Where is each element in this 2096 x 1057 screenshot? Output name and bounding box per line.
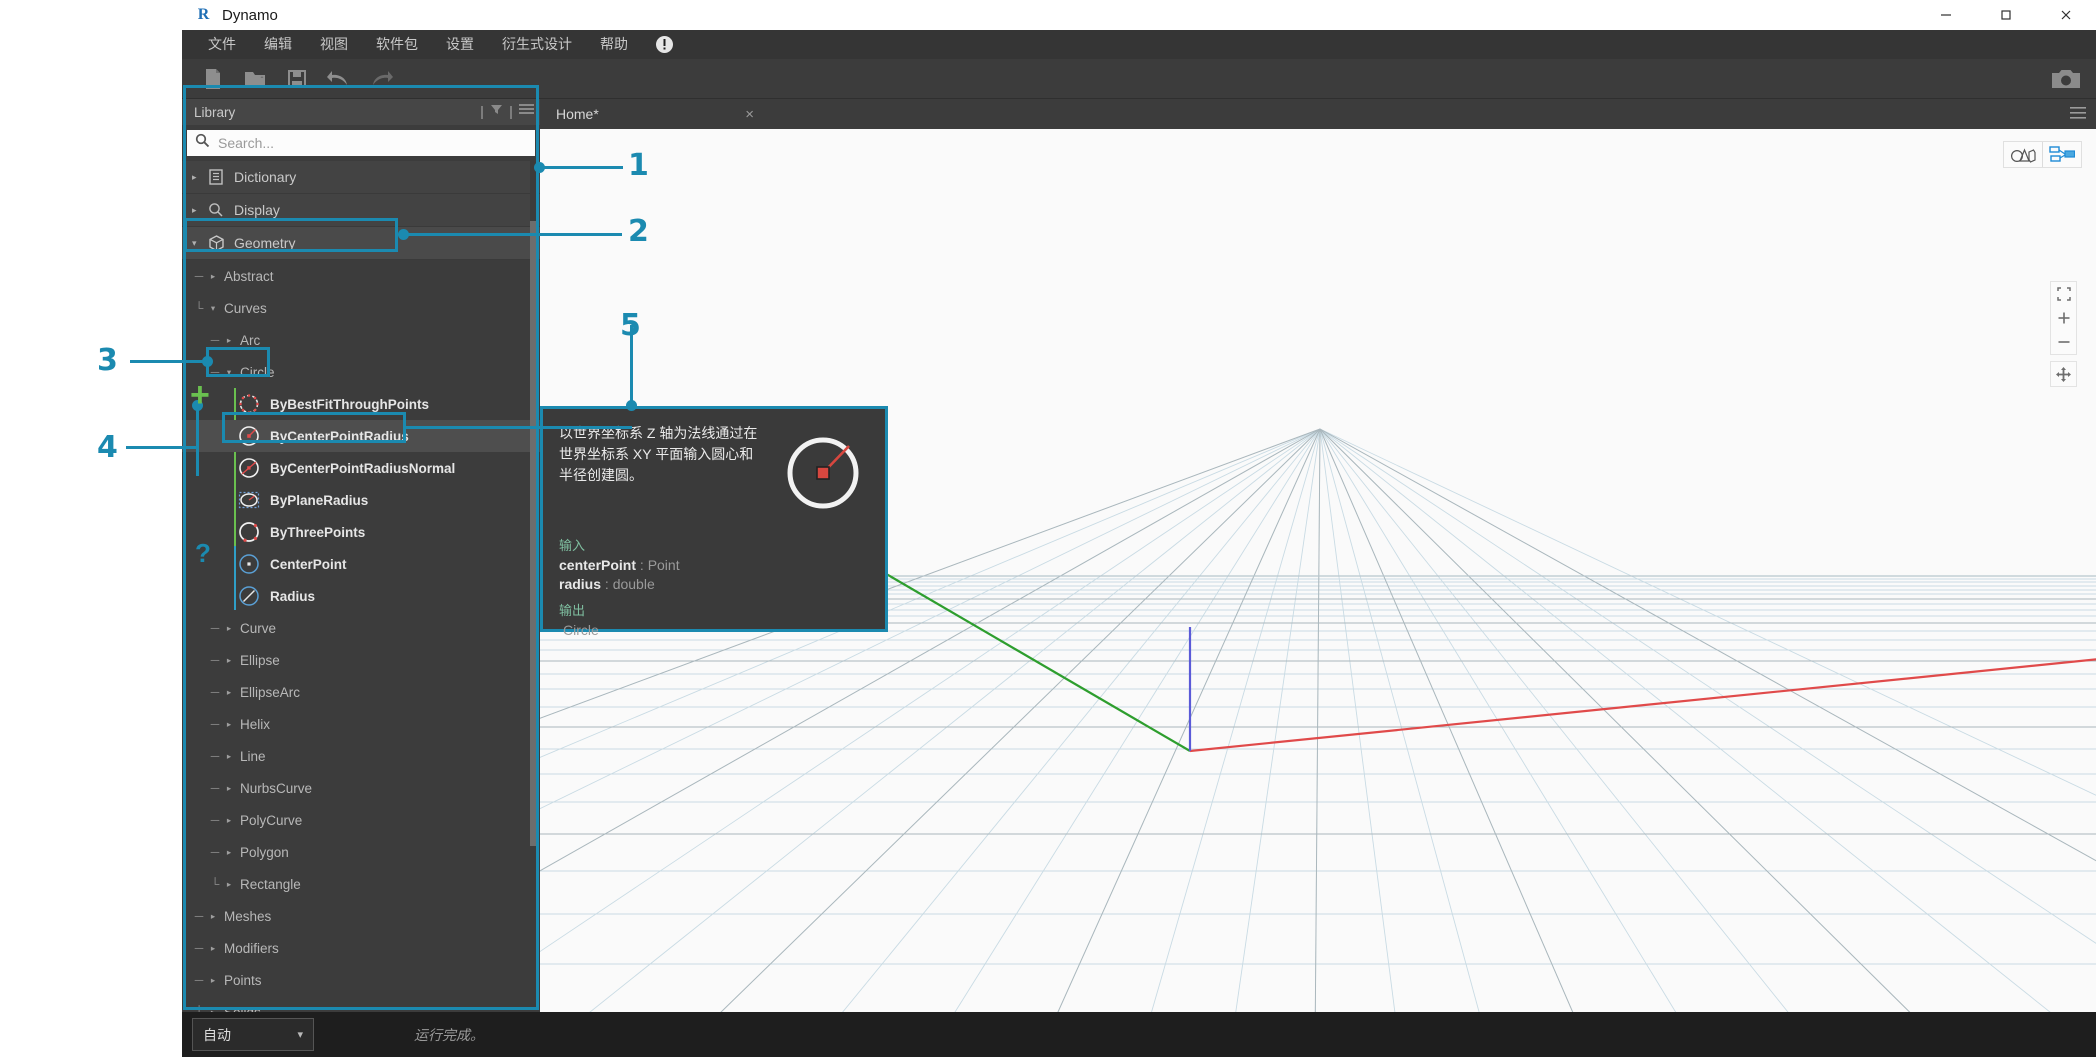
annotation-dot-2 bbox=[398, 229, 409, 240]
maximize-button[interactable] bbox=[1976, 0, 2036, 30]
screenshot-root: R Dynamo 文件 编辑 视图 软件包 设置 衍生式设计 帮助 bbox=[0, 0, 2096, 1057]
annotation-dot-5 bbox=[626, 400, 637, 411]
menu-help[interactable]: 帮助 bbox=[586, 30, 642, 59]
input-name: radius bbox=[559, 576, 601, 592]
annotation-leader-3 bbox=[130, 360, 206, 363]
annotation-number-2: 2 bbox=[628, 214, 649, 249]
zoom-controls bbox=[2050, 281, 2077, 355]
annotation-box-geometry bbox=[184, 218, 398, 252]
status-bar: 自动 ▾ 运行完成。 bbox=[182, 1012, 2096, 1057]
annotation-leader-4-horz bbox=[126, 446, 199, 449]
run-mode-label: 自动 bbox=[203, 1025, 297, 1045]
tab-bar: Home* × bbox=[540, 99, 2096, 129]
tooltip-input-row: centerPoint : Point bbox=[559, 557, 869, 573]
menu-settings[interactable]: 设置 bbox=[432, 30, 488, 59]
window-controls bbox=[1916, 0, 2096, 30]
x-axis bbox=[1190, 659, 2096, 751]
node-help-marker[interactable]: ? bbox=[195, 540, 211, 566]
minimize-button[interactable] bbox=[1916, 0, 1976, 30]
node-tooltip: 以世界坐标系 Z 轴为法线通过在世界坐标系 XY 平面输入圆心和半径创建圆。 输… bbox=[540, 406, 888, 632]
close-icon[interactable]: × bbox=[739, 106, 760, 123]
fit-to-screen-icon[interactable] bbox=[2050, 282, 2077, 306]
menu-file[interactable]: 文件 bbox=[194, 30, 250, 59]
camera-icon[interactable] bbox=[2050, 67, 2082, 91]
menu-packages[interactable]: 软件包 bbox=[362, 30, 432, 59]
hamburger-icon[interactable] bbox=[2070, 106, 2086, 125]
tab-label: Home* bbox=[556, 106, 739, 122]
annotation-number-3: 3 bbox=[97, 343, 118, 378]
zoom-in-button[interactable] bbox=[2050, 306, 2077, 330]
app-logo-icon: R bbox=[195, 6, 212, 24]
tab-home[interactable]: Home* × bbox=[540, 99, 770, 129]
input-type: Point bbox=[648, 557, 680, 573]
node-add-marker[interactable]: + bbox=[190, 378, 210, 412]
input-type: double bbox=[613, 576, 655, 592]
app-title: Dynamo bbox=[222, 7, 278, 24]
annotation-box-node bbox=[222, 412, 406, 443]
input-name: centerPoint bbox=[559, 557, 636, 573]
menu-generative-design[interactable]: 衍生式设计 bbox=[488, 30, 586, 59]
chevron-down-icon[interactable]: ▾ bbox=[297, 1028, 303, 1041]
circle-radius-preview-icon bbox=[779, 429, 867, 517]
geometry-view-icon[interactable] bbox=[2004, 142, 2042, 167]
tooltip-description: 以世界坐标系 Z 轴为法线通过在世界坐标系 XY 平面输入圆心和半径创建圆。 bbox=[559, 423, 764, 486]
annotation-number-5: 5 bbox=[620, 308, 641, 343]
run-mode-dropdown[interactable]: 自动 ▾ bbox=[192, 1018, 314, 1051]
run-status-text: 运行完成。 bbox=[414, 1025, 484, 1045]
annotation-leader-2 bbox=[404, 233, 622, 236]
annotation-number-1: 1 bbox=[628, 148, 649, 183]
annotation-dot-1 bbox=[534, 162, 545, 173]
annotation-leader-4-vert bbox=[196, 404, 199, 476]
menu-edit[interactable]: 编辑 bbox=[250, 30, 306, 59]
tooltip-input-row: radius : double bbox=[559, 576, 869, 592]
menu-view[interactable]: 视图 bbox=[306, 30, 362, 59]
annotation-number-4: 4 bbox=[97, 430, 118, 465]
graph-view-icon[interactable] bbox=[2043, 142, 2081, 167]
alert-icon[interactable] bbox=[654, 35, 674, 55]
annotation-box-circle bbox=[206, 347, 270, 377]
title-bar: R Dynamo bbox=[182, 0, 2096, 30]
annotation-leader-5-horz bbox=[404, 426, 632, 429]
tooltip-input-heading: 输入 bbox=[559, 535, 869, 554]
tooltip-output-type: Circle bbox=[559, 622, 869, 638]
annotation-dot-3 bbox=[202, 356, 213, 367]
close-button[interactable] bbox=[2036, 0, 2096, 30]
menu-bar: 文件 编辑 视图 软件包 设置 衍生式设计 帮助 bbox=[182, 30, 2096, 59]
annotation-leader-1 bbox=[539, 166, 623, 169]
view-toggle-group bbox=[2003, 141, 2082, 168]
tooltip-output-heading: 输出 bbox=[559, 600, 869, 619]
pan-tool-icon[interactable] bbox=[2050, 361, 2077, 387]
zoom-out-button[interactable] bbox=[2050, 330, 2077, 354]
